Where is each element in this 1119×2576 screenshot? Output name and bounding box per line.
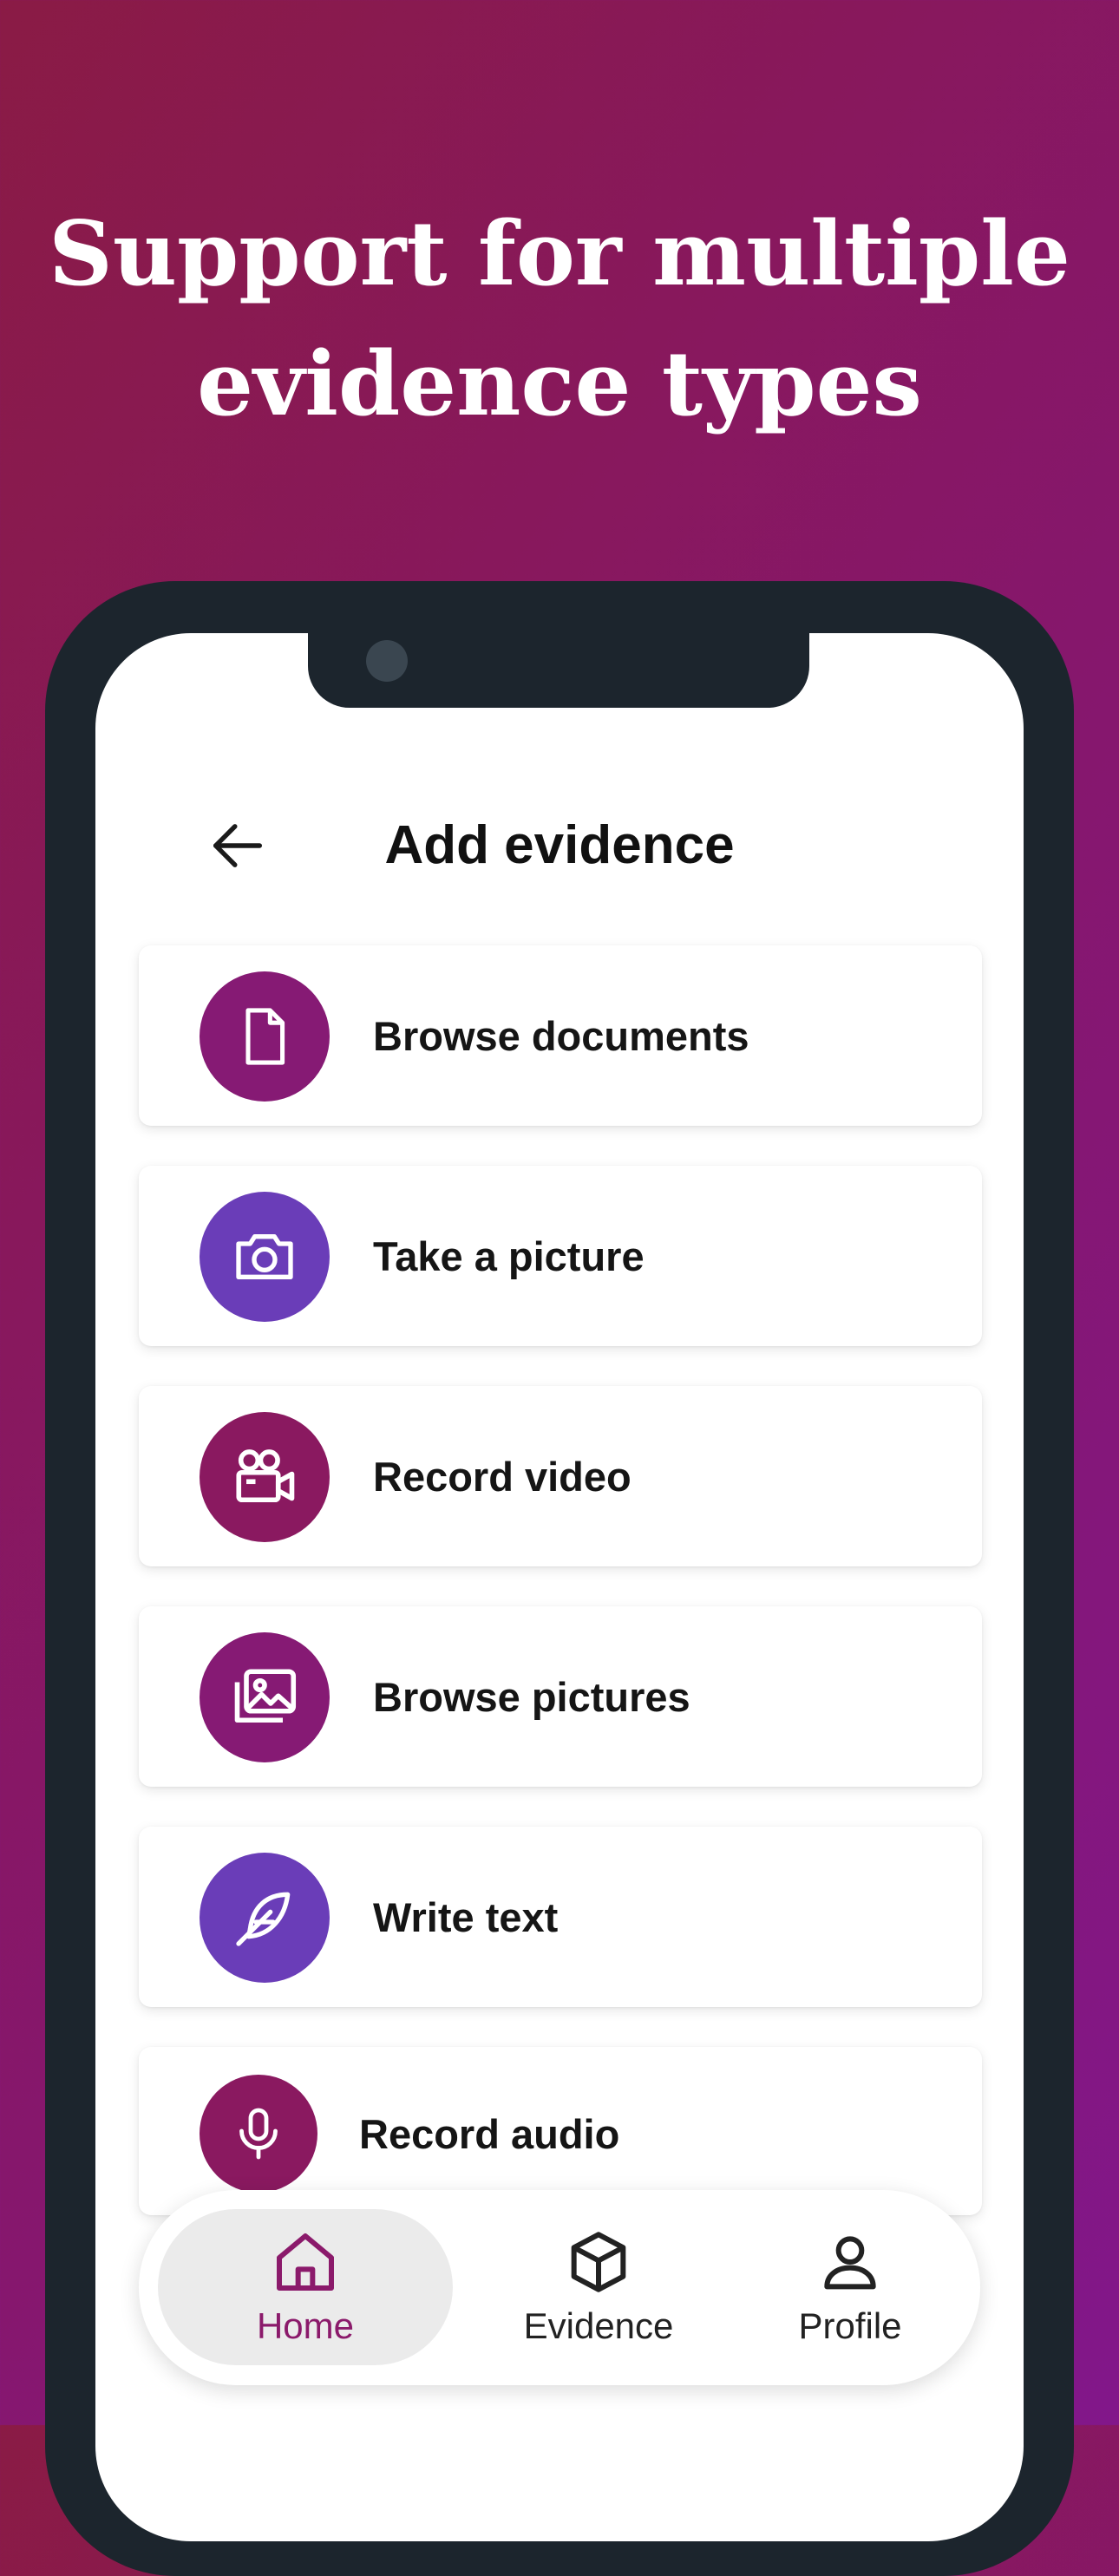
option-icon-circle [200, 1632, 330, 1762]
headline: Support for multiple evidence types [0, 189, 1119, 449]
tab-evidence[interactable]: Evidence [468, 2209, 729, 2365]
option-label: Write text [373, 1893, 559, 1940]
option-label: Browse pictures [373, 1673, 690, 1720]
tab-profile[interactable]: Profile [737, 2209, 963, 2365]
option-browse-documents[interactable]: Browse documents [139, 945, 982, 1126]
option-label: Record video [373, 1453, 631, 1500]
option-icon-circle [200, 971, 330, 1102]
camera-icon [236, 1234, 293, 1279]
option-browse-pictures[interactable]: Browse pictures [139, 1606, 982, 1787]
cube-icon [571, 2232, 626, 2292]
option-record-video[interactable]: Record video [139, 1386, 982, 1566]
tab-label: Home [256, 2305, 355, 2346]
home-icon [277, 2233, 334, 2291]
bottom-tab-bar: Home Evidence Profile [139, 2190, 980, 2385]
page-title: Add evidence [384, 815, 735, 875]
tab-label: Profile [798, 2305, 902, 2346]
tab-home[interactable]: Home [158, 2209, 453, 2365]
document-icon [245, 1008, 285, 1065]
option-write-text[interactable]: Write text [139, 1827, 982, 2007]
option-icon-circle [200, 1192, 330, 1322]
front-camera [366, 640, 408, 682]
option-label: Take a picture [373, 1232, 645, 1279]
feather-icon [236, 1892, 291, 1946]
option-icon-circle [200, 1853, 330, 1983]
microphone-icon [239, 2108, 278, 2160]
headline-line-2: evidence types [197, 332, 922, 436]
option-take-picture[interactable]: Take a picture [139, 1166, 982, 1346]
user-icon [824, 2236, 876, 2290]
video-camera-icon [236, 1449, 295, 1503]
option-label: Browse documents [373, 1012, 749, 1059]
headline-line-1: Support for multiple [49, 202, 1070, 306]
option-icon-circle [200, 1412, 330, 1542]
image-gallery-icon [234, 1669, 297, 1723]
option-icon-circle [200, 2075, 317, 2193]
tab-label: Evidence [523, 2305, 674, 2346]
